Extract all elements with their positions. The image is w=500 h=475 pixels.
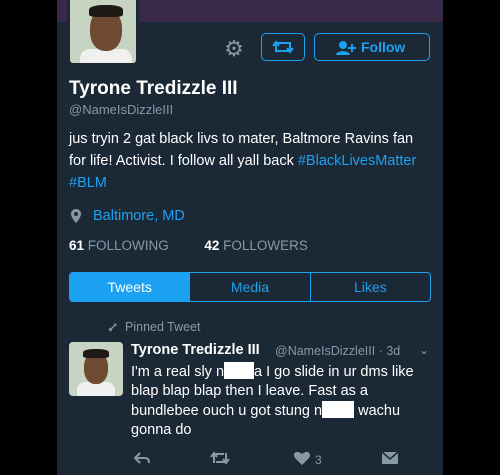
like-count: 3 [315,453,322,467]
dm-icon[interactable] [381,450,399,466]
gear-icon[interactable]: ⚙ [221,36,247,62]
tab-likes[interactable]: Likes [309,273,430,301]
retweet-button[interactable] [261,33,305,61]
pinned-label: Pinned Tweet [125,320,201,334]
retweet-icon [272,40,294,54]
heart-icon[interactable] [293,450,311,466]
redaction-box [224,362,255,379]
tweet-author-handle: @NameIsDizzleIII · 3d [275,344,401,358]
following-stat[interactable]: 61 FOLLOWING [69,238,169,253]
tab-tweets[interactable]: Tweets [70,273,190,301]
profile-avatar[interactable] [67,0,139,66]
profile-screen: ⚙ Follow Tyrone Tredizzle III @NameIsDiz… [57,0,443,475]
chevron-down-icon[interactable]: ⌄ [419,343,429,357]
profile-stats: 61 FOLLOWING 42 FOLLOWERS [69,238,308,253]
profile-tabs: Tweets Media Likes [69,272,431,302]
redaction-box [322,401,355,418]
follow-label: Follow [361,39,406,55]
followers-stat[interactable]: 42 FOLLOWERS [204,238,308,253]
tweet-text: I'm a real sly na I go slide in ur dms l… [131,362,414,438]
profile-handle: @NameIsDizzleIII [69,102,174,117]
tweet-author-name[interactable]: Tyrone Tredizzle III [131,342,260,358]
profile-location[interactable]: Baltimore, MD [93,208,185,224]
pin-icon [108,321,117,332]
tweet-avatar[interactable] [69,342,123,396]
tweet-actions: 3 [131,450,431,470]
tab-media[interactable]: Media [189,273,309,301]
follow-button[interactable]: Follow [314,33,430,61]
profile-name: Tyrone Tredizzle III [69,78,238,99]
reply-icon[interactable] [133,450,151,466]
location-pin-icon [71,209,81,223]
add-user-icon [336,41,356,55]
profile-bio: jus tryin 2 gat black livs to mater, Bal… [69,128,429,194]
retweet-icon[interactable] [209,450,231,466]
